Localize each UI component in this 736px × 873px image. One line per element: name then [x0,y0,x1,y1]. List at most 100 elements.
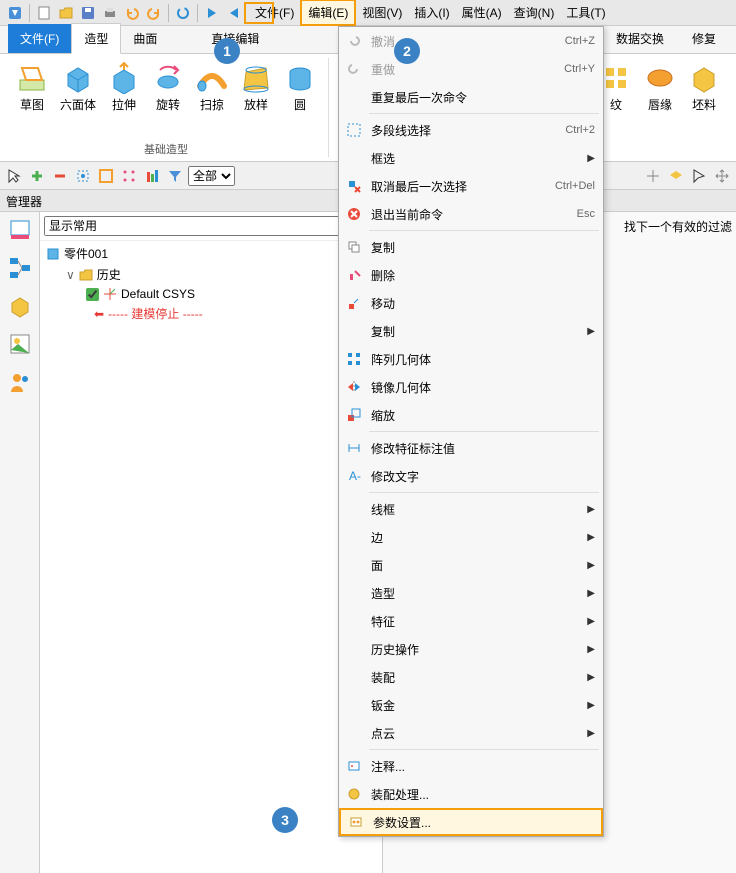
new-icon[interactable] [34,3,54,23]
loft-button[interactable]: 放样 [234,58,278,117]
ribbon-tab-repair[interactable]: 修复 [680,24,728,53]
annotation-3: 3 [272,807,298,833]
cancel-sel-item[interactable]: 取消最后一次选择Ctrl+Del [339,172,603,200]
cursor2-icon[interactable] [689,166,709,186]
plus-icon[interactable] [27,166,47,186]
cursor-icon[interactable] [4,166,24,186]
duplicate-icon [343,238,365,256]
pointcloud-item[interactable]: 点云▶ [339,719,603,747]
ribbon-group-basic: 草图 六面体 拉伸 旋转 扫掠 放样 圆 基础造型 [4,58,329,157]
polyline-sel-item[interactable]: 多段线选择Ctrl+2 [339,116,603,144]
history-op-item[interactable]: 历史操作▶ [339,635,603,663]
duplicate-item[interactable]: 复制 [339,233,603,261]
menu-file[interactable]: 文件(F) [249,1,300,24]
edge-item[interactable]: 边▶ [339,523,603,551]
move-item[interactable]: 移动 [339,289,603,317]
modify-feature-annot-item[interactable]: 修改特征标注值 [339,434,603,462]
feature-item[interactable]: 特征▶ [339,607,603,635]
tree-cube-icon[interactable] [8,294,32,318]
assembly-process-item[interactable]: 装配处理... [339,780,603,808]
tree-drawing-icon[interactable] [8,218,32,242]
play-forward-icon[interactable] [202,3,222,23]
mirror-icon [343,378,365,396]
display-mode-select[interactable]: 显示常用 [44,216,358,236]
part-icon [46,247,60,261]
orange-box-icon[interactable] [96,166,116,186]
face-item[interactable]: 面▶ [339,551,603,579]
sketch-button[interactable]: 草图 [10,58,54,117]
mirror-geom-item[interactable]: 镜像几何体 [339,373,603,401]
open-icon[interactable] [56,3,76,23]
assembly-proc-icon [343,785,365,803]
menu-edit[interactable]: 编辑(E) [300,0,356,26]
copy-item[interactable]: 复制▶ [339,317,603,345]
tree-users-icon[interactable] [8,370,32,394]
redo-item[interactable]: 重做Ctrl+Y [339,55,603,83]
bars-icon[interactable] [142,166,162,186]
ribbon-tab-data-exchange[interactable]: 数据交换 [604,24,676,53]
submenu-arrow-icon: ▶ [587,672,595,683]
sweep-button[interactable]: 扫掠 [190,58,234,117]
cylinder-button[interactable]: 圆 [278,58,322,117]
save-icon[interactable] [78,3,98,23]
cancel-sel-icon [343,177,365,195]
menu-insert[interactable]: 插入(I) [408,1,455,24]
ribbon-tab-surface[interactable]: 曲面 [121,24,169,53]
ribbon-tab-modeling[interactable]: 造型 [71,23,121,54]
box-sel-item[interactable]: 框选▶ [339,144,603,172]
edit-dropdown: 撤消Ctrl+Z 重做Ctrl+Y 重复最后一次命令 多段线选择Ctrl+2 框… [338,26,604,837]
tree-structure-icon[interactable] [8,256,32,280]
assembly-item[interactable]: 装配▶ [339,663,603,691]
menu-attr[interactable]: 属性(A) [456,1,508,24]
menu-view[interactable]: 视图(V) [356,1,408,24]
tree-modeling-stop: ⬅----- 建模停止 ----- [40,303,382,324]
undo-item[interactable]: 撤消Ctrl+Z [339,27,603,55]
menu-tool[interactable]: 工具(T) [560,1,611,24]
separator [168,4,169,22]
layer-icon[interactable] [666,166,686,186]
tree-history-node[interactable]: ∨历史 [40,264,382,285]
redo-last-item[interactable]: 重复最后一次命令 [339,83,603,111]
redo-icon [343,60,365,78]
print-icon[interactable] [100,3,120,23]
extrude-button[interactable]: 拉伸 [102,58,146,117]
target-icon[interactable] [73,166,93,186]
move-icon [343,294,365,312]
pattern-geom-item[interactable]: 阵列几何体 [339,345,603,373]
submenu-arrow-icon: ▶ [587,504,595,515]
play-back-icon[interactable] [224,3,244,23]
lip-button[interactable]: 唇缘 [638,58,682,117]
undo-icon[interactable] [122,3,142,23]
wireframe-item[interactable]: 线框▶ [339,495,603,523]
tree-image-icon[interactable] [8,332,32,356]
param-settings-item[interactable]: 参数设置... [339,808,603,836]
csys-icon [103,287,117,301]
exit-cmd-item[interactable]: 退出当前命令Esc [339,200,603,228]
tree-part-node[interactable]: 零件001 [40,243,382,264]
canvas-message: 找下一个有效的过滤 [624,218,732,235]
rotate-button[interactable]: 旋转 [146,58,190,117]
undo-icon [343,32,365,50]
blank-button[interactable]: 坯料 [682,58,726,117]
tree-csys-node[interactable]: Default CSYS [40,285,382,303]
minus-icon[interactable] [50,166,70,186]
modify-text-item[interactable]: A-B修改文字 [339,462,603,490]
ribbon-tab-file[interactable]: 文件(F) [8,24,71,53]
dimension-icon [343,439,365,457]
submenu-arrow-icon: ▶ [587,326,595,337]
coord-icon[interactable] [643,166,663,186]
scale-item[interactable]: 缩放 [339,401,603,429]
redo-icon[interactable] [144,3,164,23]
csys-checkbox[interactable] [86,288,99,301]
filter-icon[interactable] [165,166,185,186]
shape-item[interactable]: 造型▶ [339,579,603,607]
menu-query[interactable]: 查询(N) [508,1,561,24]
annotation-item[interactable]: 注释... [339,752,603,780]
sheetmetal-item[interactable]: 钣金▶ [339,691,603,719]
move-icon[interactable] [712,166,732,186]
dots-square-icon[interactable] [119,166,139,186]
delete-item[interactable]: 删除 [339,261,603,289]
hexahedron-button[interactable]: 六面体 [54,58,102,117]
filter-select[interactable]: 全部 [188,166,235,186]
refresh-icon[interactable] [173,3,193,23]
